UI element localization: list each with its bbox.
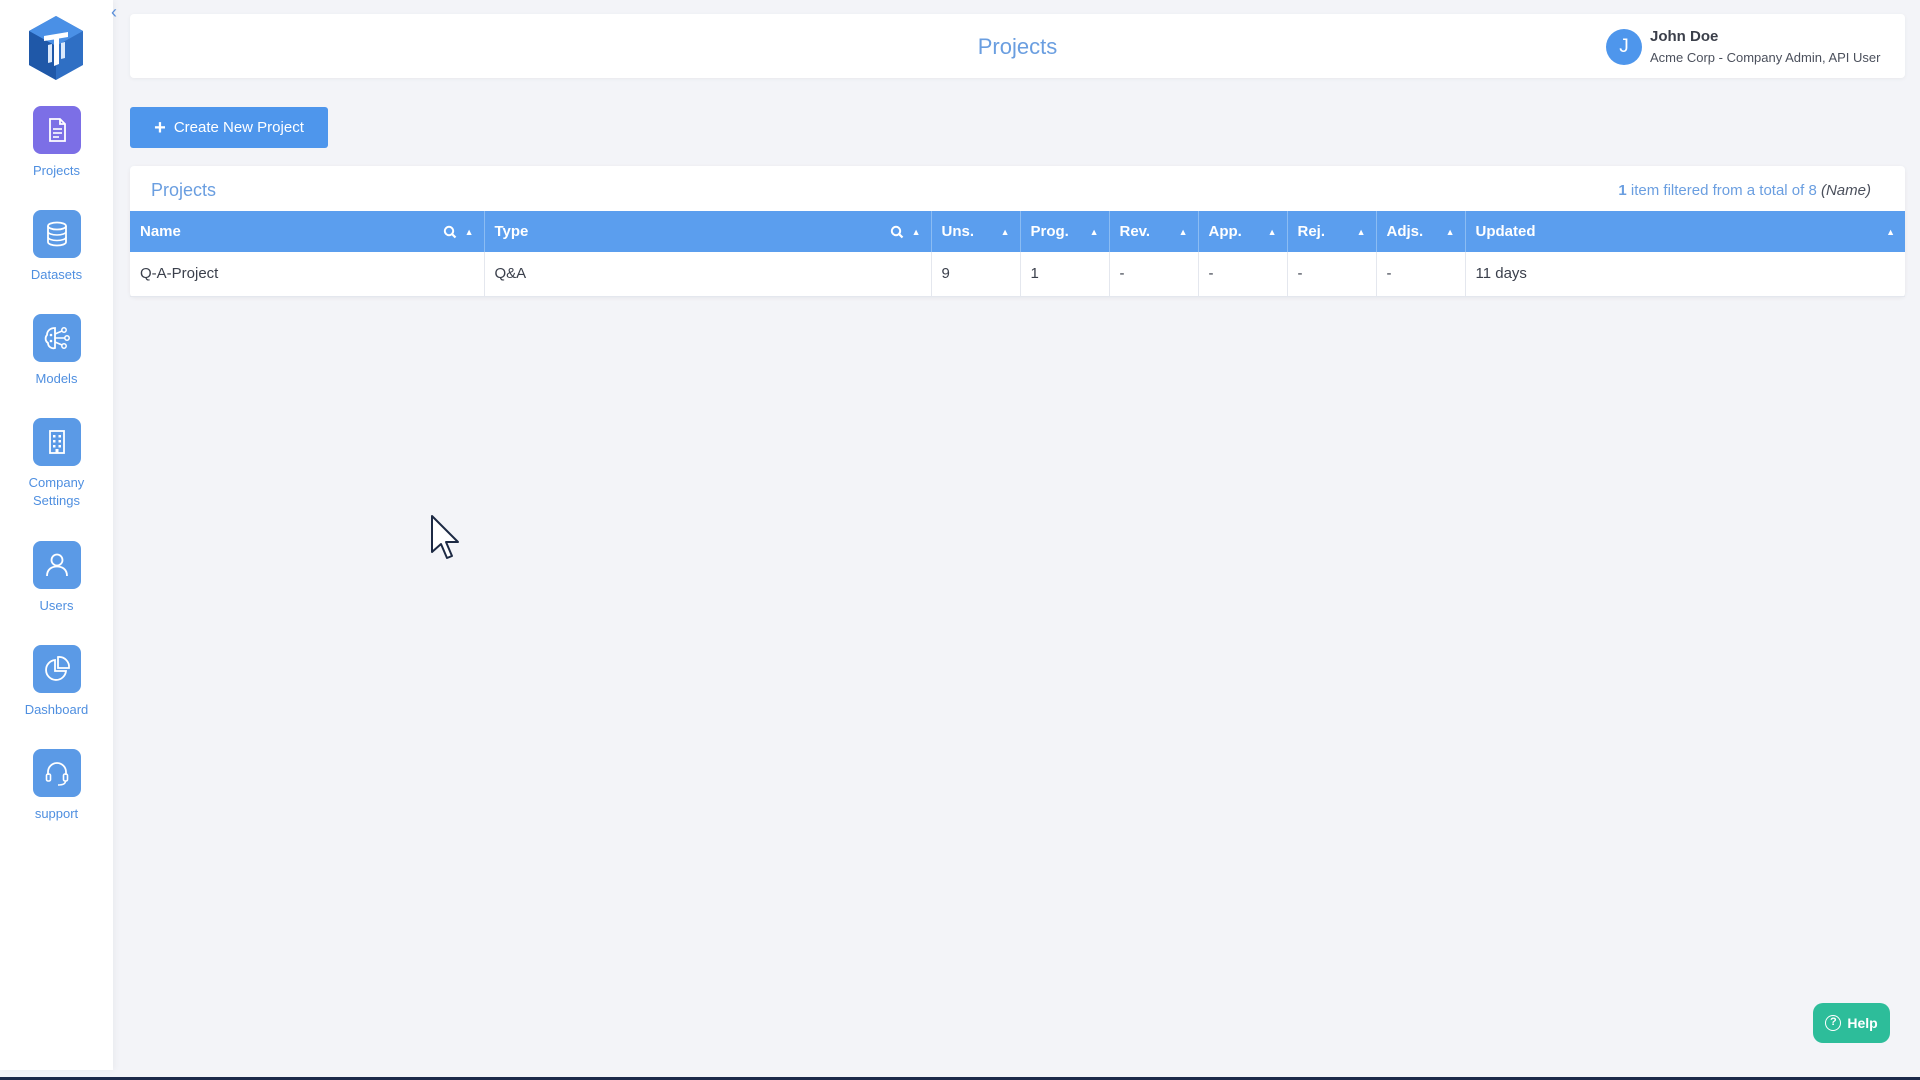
brain-network-icon bbox=[32, 314, 81, 362]
company-logo[interactable] bbox=[26, 14, 86, 82]
mouse-cursor-icon bbox=[430, 514, 460, 562]
help-button[interactable]: ? Help bbox=[1813, 1003, 1890, 1043]
column-header-app[interactable]: App. ▲ bbox=[1198, 211, 1288, 252]
chevron-left-icon[interactable]: ‹ bbox=[104, 2, 124, 22]
column-header-label: Uns. bbox=[941, 223, 975, 240]
cell-rev: - bbox=[1109, 252, 1199, 297]
column-header-label: Rev. bbox=[1119, 223, 1151, 240]
filter-count: 1 bbox=[1618, 182, 1627, 199]
panel-title: Projects bbox=[151, 180, 217, 200]
sidebar: ‹ Projects Datasets Models Company Setti… bbox=[0, 0, 117, 1070]
help-label: Help bbox=[1847, 1015, 1878, 1031]
document-icon bbox=[32, 106, 81, 154]
cell-app: - bbox=[1198, 252, 1288, 297]
column-header-uns[interactable]: Uns. ▲ bbox=[931, 211, 1021, 252]
sort-asc-icon[interactable]: ▲ bbox=[465, 227, 474, 237]
column-header-updated[interactable]: Updated ▲ bbox=[1465, 211, 1905, 252]
column-header-label: App. bbox=[1208, 223, 1242, 240]
column-header-name[interactable]: Name ▲ bbox=[130, 211, 485, 252]
cell-prog: 1 bbox=[1020, 252, 1110, 297]
sidebar-item-company-settings[interactable]: Company Settings bbox=[0, 418, 113, 510]
cell-uns: 9 bbox=[931, 252, 1021, 297]
filter-text: item filtered from a total of 8 bbox=[1626, 182, 1821, 199]
sort-asc-icon[interactable]: ▲ bbox=[1090, 227, 1099, 237]
sidebar-item-label: Company Settings bbox=[28, 475, 85, 508]
table-header-row: Name ▲ Type ▲ Uns. ▲ Prog. ▲ Rev. ▲ App.… bbox=[130, 211, 1905, 252]
sort-asc-icon[interactable]: ▲ bbox=[1446, 227, 1455, 237]
cell-rej: - bbox=[1287, 252, 1377, 297]
sidebar-item-dashboard[interactable]: Dashboard bbox=[0, 645, 113, 719]
help-circle-icon: ? bbox=[1825, 1015, 1842, 1031]
column-header-label: Type bbox=[494, 223, 529, 240]
sidebar-item-datasets[interactable]: Datasets bbox=[0, 210, 113, 284]
column-header-label: Updated bbox=[1475, 223, 1536, 240]
headset-icon bbox=[32, 749, 81, 797]
pie-chart-icon bbox=[32, 645, 81, 693]
sidebar-item-label: Projects bbox=[33, 163, 80, 178]
column-header-label: Rej. bbox=[1297, 223, 1326, 240]
sidebar-item-projects[interactable]: Projects bbox=[0, 106, 113, 180]
filter-field: (Name) bbox=[1820, 182, 1871, 199]
user-icon bbox=[32, 541, 81, 589]
sidebar-item-label: Models bbox=[35, 371, 78, 386]
sort-asc-icon[interactable]: ▲ bbox=[912, 227, 921, 237]
sidebar-item-models[interactable]: Models bbox=[0, 314, 113, 388]
column-header-prog[interactable]: Prog. ▲ bbox=[1020, 211, 1110, 252]
sidebar-item-users[interactable]: Users bbox=[0, 541, 113, 615]
column-header-rej[interactable]: Rej. ▲ bbox=[1287, 211, 1377, 252]
column-header-type[interactable]: Type ▲ bbox=[484, 211, 932, 252]
app-root: ‹ Projects Datasets Models Company Setti… bbox=[0, 0, 1920, 1080]
sort-asc-icon[interactable]: ▲ bbox=[1179, 227, 1188, 237]
cell-type: Q&A bbox=[484, 252, 932, 297]
column-header-label: Prog. bbox=[1030, 223, 1069, 240]
user-name[interactable]: John Doe bbox=[1650, 28, 1718, 45]
search-icon[interactable] bbox=[443, 225, 457, 239]
create-project-button[interactable]: + Create New Project bbox=[130, 107, 328, 148]
sidebar-item-label: Users bbox=[39, 598, 74, 613]
top-header: Projects J John Doe Acme Corp - Company … bbox=[130, 14, 1905, 78]
sort-asc-icon[interactable]: ▲ bbox=[1001, 227, 1010, 237]
sort-asc-icon[interactable]: ▲ bbox=[1886, 227, 1895, 237]
filter-info: 1 item filtered from a total of 8 (Name) bbox=[1618, 182, 1871, 199]
projects-panel: Projects 1 item filtered from a total of… bbox=[130, 166, 1905, 297]
sidebar-item-support[interactable]: support bbox=[0, 749, 113, 823]
create-project-label: Create New Project bbox=[173, 119, 304, 136]
building-icon bbox=[32, 418, 81, 466]
column-header-adjs[interactable]: Adjs. ▲ bbox=[1376, 211, 1466, 252]
column-header-label: Adjs. bbox=[1386, 223, 1424, 240]
table-row[interactable]: Q-A-Project Q&A 9 1 - - - - 11 days bbox=[130, 252, 1905, 297]
cell-adjs: - bbox=[1376, 252, 1466, 297]
projects-table: Name ▲ Type ▲ Uns. ▲ Prog. ▲ Rev. ▲ App.… bbox=[130, 211, 1905, 297]
sort-asc-icon[interactable]: ▲ bbox=[1268, 227, 1277, 237]
cell-name[interactable]: Q-A-Project bbox=[130, 252, 485, 297]
sidebar-item-label: support bbox=[34, 806, 79, 821]
sidebar-item-label: Datasets bbox=[30, 267, 83, 282]
sort-asc-icon[interactable]: ▲ bbox=[1357, 227, 1366, 237]
column-header-label: Name bbox=[140, 223, 181, 240]
sidebar-item-label: Dashboard bbox=[24, 702, 89, 717]
database-icon bbox=[32, 210, 81, 258]
plus-icon: + bbox=[154, 116, 166, 139]
user-role: Acme Corp - Company Admin, API User bbox=[1650, 50, 1881, 65]
column-header-rev[interactable]: Rev. ▲ bbox=[1109, 211, 1199, 252]
avatar[interactable]: J bbox=[1606, 29, 1642, 65]
search-icon[interactable] bbox=[890, 225, 904, 239]
cell-updated: 11 days bbox=[1465, 252, 1905, 297]
